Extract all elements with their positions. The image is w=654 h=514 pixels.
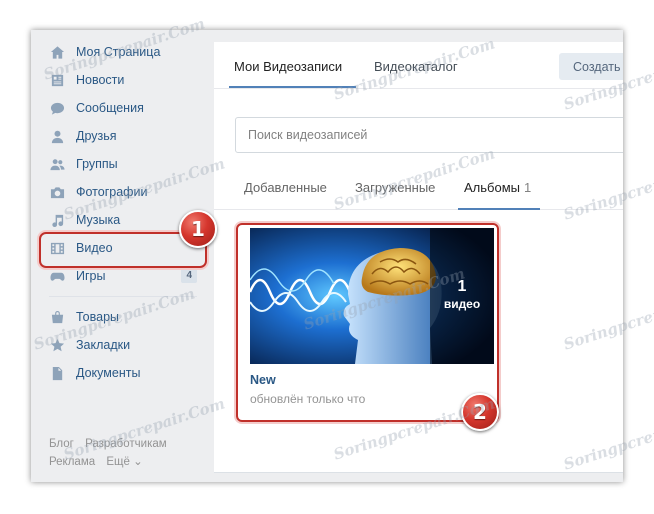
sidebar-item-photos[interactable]: Фотографии xyxy=(31,178,211,206)
sidebar-item-label: Сообщения xyxy=(76,101,144,115)
album-card[interactable]: 1 видео New обновлён только что xyxy=(250,228,498,406)
sidebar-item-documents[interactable]: Документы xyxy=(31,359,211,387)
create-button[interactable]: Создать xyxy=(559,53,623,80)
sidebar-item-friends[interactable]: Друзья xyxy=(31,122,211,150)
album-thumbnail[interactable]: 1 видео xyxy=(250,228,494,364)
albums-count: 1 xyxy=(524,180,532,195)
goods-icon xyxy=(49,309,65,325)
sidebar-item-label: Фотографии xyxy=(76,185,148,199)
album-video-count-number: 1 xyxy=(457,278,467,295)
document-icon xyxy=(49,365,65,381)
sidebar-item-label: Видео xyxy=(76,241,113,255)
games-icon xyxy=(49,268,65,284)
step-badge-1: 1 xyxy=(179,210,217,248)
video-icon xyxy=(49,240,65,256)
sidebar-item-label: Музыка xyxy=(76,213,121,227)
sidebar-item-label: Документы xyxy=(76,366,141,380)
footer-link-more[interactable]: Ещё ⌄ xyxy=(106,456,142,468)
sidebar-item-label: Новости xyxy=(76,73,125,87)
games-count-badge: 4 xyxy=(181,268,197,283)
home-icon xyxy=(49,44,65,60)
groups-icon xyxy=(49,156,65,172)
album-video-count-word: видео xyxy=(443,297,481,311)
sidebar-item-news[interactable]: Новости xyxy=(31,66,211,94)
tab-albums[interactable]: Альбомы 1 xyxy=(464,180,531,195)
active-subtab-underline xyxy=(458,208,540,210)
footer-link-developers[interactable]: Разработчикам xyxy=(85,438,167,450)
sidebar-item-my-page[interactable]: Моя Страница xyxy=(31,38,211,66)
vk-window: Моя Страница Новости Сообщения Друзья Гр… xyxy=(31,30,623,482)
sidebar-item-label: Друзья xyxy=(76,129,117,143)
star-icon xyxy=(49,337,65,353)
sidebar-item-label: Моя Страница xyxy=(76,45,161,59)
video-subtabs: Добавленные Загруженные Альбомы 1 xyxy=(214,162,623,210)
sidebar-item-label: Закладки xyxy=(76,338,131,352)
tab-video-catalog[interactable]: Видеокаталог xyxy=(374,59,458,74)
album-updated-text: обновлён только что xyxy=(250,392,366,406)
camera-icon xyxy=(49,184,65,200)
tab-added[interactable]: Добавленные xyxy=(244,180,327,195)
sidebar-item-messages[interactable]: Сообщения xyxy=(31,94,211,122)
step-badge-2: 2 xyxy=(461,393,499,431)
sidebar-item-groups[interactable]: Группы xyxy=(31,150,211,178)
sidebar-item-games[interactable]: Игры 4 xyxy=(31,262,211,290)
video-tabs: Мои Видеозаписи Видеокаталог Создать xyxy=(214,42,623,89)
tab-albums-label: Альбомы xyxy=(464,180,520,195)
sidebar-item-label: Игры xyxy=(76,269,106,283)
tab-my-videos[interactable]: Мои Видеозаписи xyxy=(234,59,342,74)
active-tab-underline xyxy=(229,86,356,88)
sidebar-item-label: Группы xyxy=(76,157,118,171)
news-icon xyxy=(49,72,65,88)
sidebar-item-label: Товары xyxy=(76,310,119,324)
sidebar: Моя Страница Новости Сообщения Друзья Гр… xyxy=(31,38,211,387)
video-page: Мои Видеозаписи Видеокаталог Создать Доб… xyxy=(214,42,623,472)
friends-icon xyxy=(49,128,65,144)
footer-link-ads[interactable]: Реклама xyxy=(49,456,95,468)
tab-uploaded[interactable]: Загруженные xyxy=(355,180,435,195)
music-icon xyxy=(49,212,65,228)
album-video-count: 1 видео xyxy=(430,228,494,364)
sidebar-item-goods[interactable]: Товары xyxy=(31,303,211,331)
album-title[interactable]: New xyxy=(250,373,498,387)
video-search-input[interactable] xyxy=(235,117,623,153)
footer-link-blog[interactable]: Блог xyxy=(49,438,74,450)
sidebar-footer: Блог Разработчикам Реклама Ещё ⌄ xyxy=(49,435,175,471)
sidebar-item-bookmarks[interactable]: Закладки xyxy=(31,331,211,359)
messages-icon xyxy=(49,100,65,116)
sidebar-divider xyxy=(49,296,197,297)
